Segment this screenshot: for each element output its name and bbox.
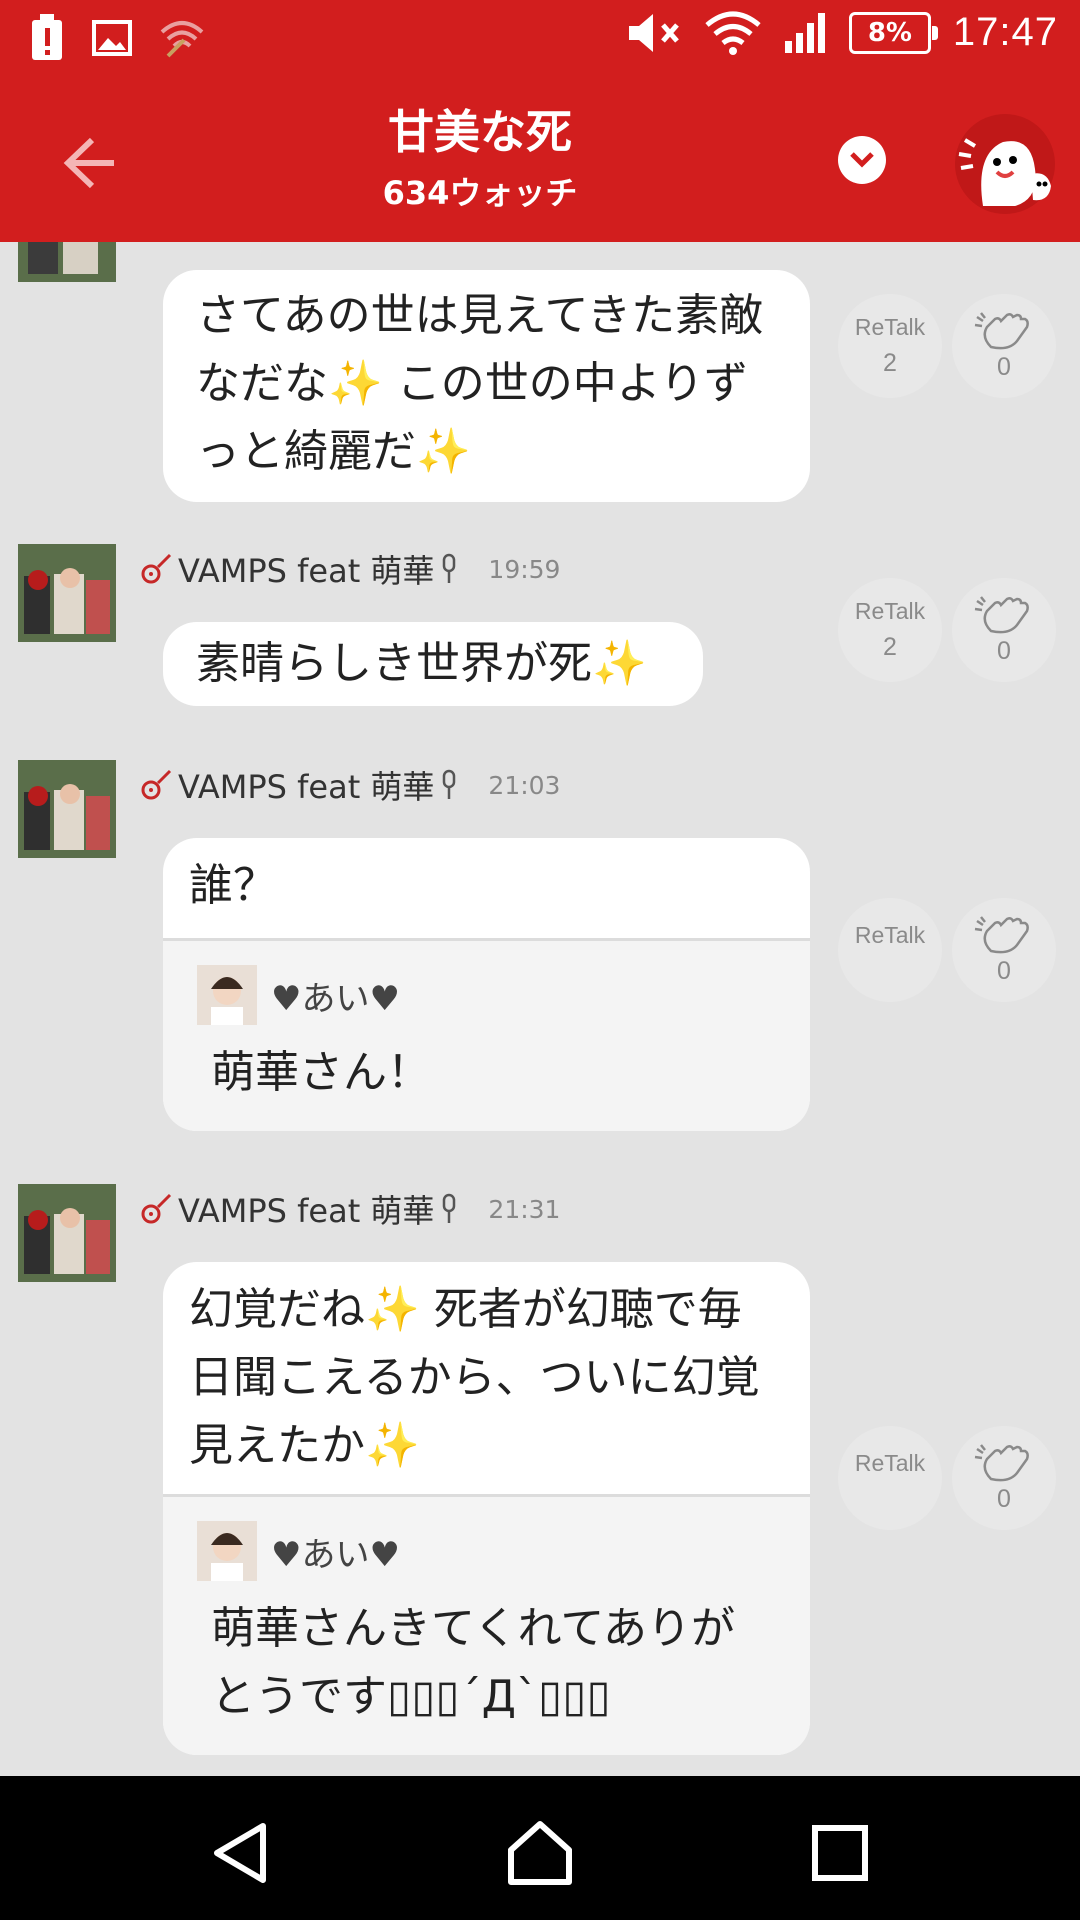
quoted-reply[interactable]: ♥あい♥ 萌華さん！ — [163, 938, 810, 1131]
retalk-label: ReTalk — [854, 314, 926, 340]
retalk-count: 2 — [883, 349, 897, 377]
microphone-icon — [443, 769, 456, 799]
retalk-button[interactable]: ReTalk 2 — [838, 294, 942, 398]
message-text: さてあの世は見えてきた素敵なだな✨ この世の中よりずっと綺麗だ✨ — [196, 290, 764, 477]
retalk-button[interactable]: ReTalk 2 — [838, 578, 942, 682]
clap-button[interactable]: 0 — [952, 1426, 1056, 1530]
retalk-button[interactable]: ReTalk — [838, 1426, 942, 1530]
alert-icon — [32, 14, 62, 60]
sender-name[interactable]: VAMPS feat 萌華 — [178, 546, 434, 592]
status-notifications — [30, 14, 204, 62]
avatar[interactable] — [18, 544, 116, 642]
clap-icon — [974, 595, 1029, 633]
quote-avatar — [197, 1521, 257, 1581]
message-time: 21:03 — [488, 770, 561, 800]
quote-name: ♥あい♥ — [271, 1534, 400, 1575]
retalk-label: ReTalk — [854, 922, 926, 948]
message-text: 幻覚だね✨ 死者が幻聴で毎日聞こえるから、ついに幻覚見えたか✨ — [189, 1284, 760, 1471]
avatar[interactable] — [18, 1184, 116, 1282]
sender-line: VAMPS feat 萌華 21:31 — [140, 1186, 560, 1232]
navigation-bar — [0, 1776, 1080, 1920]
clap-icon — [974, 915, 1029, 953]
avatar[interactable] — [18, 760, 116, 858]
clap-count: 0 — [997, 352, 1011, 381]
page-title: 甘美な死 — [388, 105, 572, 159]
guitar-icon — [141, 553, 172, 584]
status-system: 8% 17:47 — [627, 10, 1058, 55]
wifi-off-icon — [160, 21, 204, 58]
message-text: 素晴らしき世界が死✨ — [196, 638, 647, 689]
retalk-label: ReTalk — [854, 598, 926, 624]
mascot-icon[interactable] — [955, 114, 1055, 214]
microphone-icon — [443, 1193, 456, 1223]
chevron-down-icon — [850, 152, 874, 168]
message-text: 誰？ — [189, 860, 277, 911]
clap-count: 0 — [997, 636, 1011, 665]
guitar-icon — [141, 769, 172, 800]
home-icon[interactable] — [505, 1818, 575, 1888]
recents-icon[interactable] — [805, 1818, 875, 1888]
clap-icon — [974, 311, 1029, 349]
sender-line: VAMPS feat 萌華 19:59 — [140, 546, 560, 592]
status-bar: 8% 17:47 — [0, 0, 1080, 78]
message-bubble[interactable]: 幻覚だね✨ 死者が幻聴で毎日聞こえるから、ついに幻覚見えたか✨ ♥あい♥ 萌華さ… — [163, 1262, 810, 1755]
message-actions: ReTalk 0 — [838, 1426, 1056, 1530]
battery-level: 8% — [867, 17, 912, 48]
message-actions: ReTalk 2 0 — [838, 578, 1056, 682]
quote-name: ♥あい♥ — [271, 978, 400, 1019]
dropdown-button[interactable] — [838, 136, 886, 184]
title-block: 甘美な死 634ウォッチ — [280, 96, 680, 214]
quote-text: 萌華さんきてくれてありがとうです▯▯▯´Д`▯▯▯ — [211, 1603, 736, 1722]
sender-name[interactable]: VAMPS feat 萌華 — [178, 762, 434, 808]
retalk-button[interactable]: ReTalk — [838, 898, 942, 1002]
message-time: 19:59 — [488, 554, 561, 584]
sender-name[interactable]: VAMPS feat 萌華 — [178, 1186, 434, 1232]
microphone-icon — [443, 553, 456, 583]
quoted-reply[interactable]: ♥あい♥ 萌華さんきてくれてありがとうです▯▯▯´Д`▯▯▯ — [163, 1494, 810, 1755]
message-bubble[interactable]: さてあの世は見えてきた素敵なだな✨ この世の中よりずっと綺麗だ✨ — [163, 270, 810, 502]
back-arrow-icon[interactable] — [52, 128, 122, 198]
battery-icon: 8% — [848, 11, 938, 54]
retalk-count: 2 — [883, 633, 897, 661]
signal-icon — [784, 12, 825, 53]
retalk-label: ReTalk — [854, 1450, 926, 1476]
quote-text: 萌華さん！ — [211, 1047, 431, 1098]
message-actions: ReTalk 0 — [838, 898, 1056, 1002]
quote-header: ♥あい♥ — [197, 1521, 780, 1581]
watch-count: 634ウォッチ — [382, 174, 578, 212]
quote-header: ♥あい♥ — [197, 965, 780, 1025]
guitar-icon — [141, 1193, 172, 1224]
quote-avatar — [197, 965, 257, 1025]
clap-count: 0 — [997, 956, 1011, 985]
image-icon — [92, 20, 132, 56]
clap-icon — [974, 1443, 1029, 1481]
mute-icon — [628, 13, 679, 52]
message-bubble[interactable]: 誰？ ♥あい♥ 萌華さん！ — [163, 838, 810, 1131]
app-bar: 甘美な死 634ウォッチ — [0, 78, 1080, 242]
clap-count: 0 — [997, 1484, 1011, 1513]
clock: 17:47 — [952, 10, 1058, 54]
wifi-icon — [705, 11, 761, 55]
chat-timeline[interactable]: さてあの世は見えてきた素敵なだな✨ この世の中よりずっと綺麗だ✨ ReTalk … — [0, 242, 1080, 1776]
message-time: 21:31 — [488, 1194, 561, 1224]
clap-button[interactable]: 0 — [952, 294, 1056, 398]
sender-line: VAMPS feat 萌華 21:03 — [140, 762, 560, 808]
clap-button[interactable]: 0 — [952, 578, 1056, 682]
clap-button[interactable]: 0 — [952, 898, 1056, 1002]
message-bubble[interactable]: 素晴らしき世界が死✨ — [163, 622, 703, 706]
avatar[interactable] — [18, 242, 116, 282]
back-triangle-icon[interactable] — [205, 1818, 275, 1888]
message-actions: ReTalk 2 0 — [838, 294, 1056, 398]
